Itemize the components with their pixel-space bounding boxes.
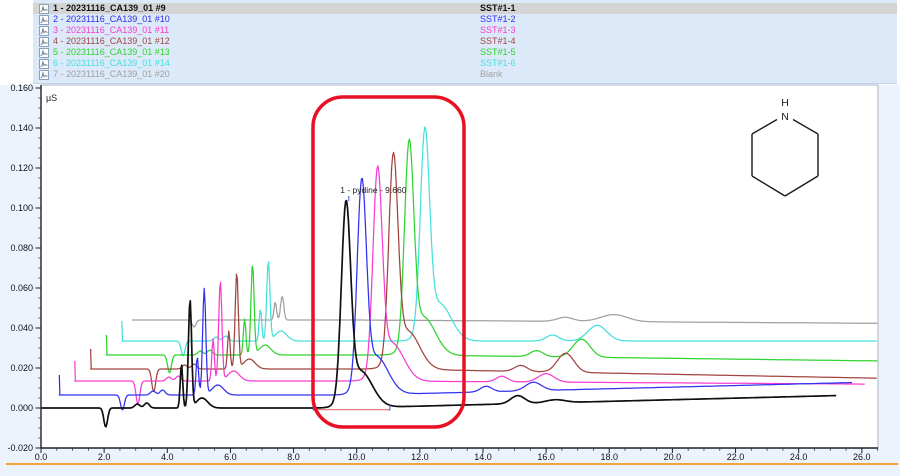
x-tick-label: 8.0 <box>287 452 300 462</box>
y-tick-label: 0.000 <box>10 403 33 413</box>
chromatogram-icon <box>39 70 49 80</box>
legend-sample-name: SST#1-6 <box>480 58 516 69</box>
chromatogram-icon <box>39 59 49 69</box>
x-tick-label: 6.0 <box>224 452 237 462</box>
y-tick-label: 0.060 <box>10 283 33 293</box>
chromatogram-icon <box>39 48 49 58</box>
legend-row-6[interactable]: 6 - 20231116_CA139_01 #14 SST#1-6 <box>33 58 897 69</box>
x-tick-label: 16.0 <box>537 452 555 462</box>
chromatogram-icon <box>39 26 49 36</box>
nitrogen-atom-label: N <box>781 111 789 123</box>
legend-injection-name: 4 - 20231116_CA139_01 #12 <box>53 36 170 47</box>
x-tick-label: 18.0 <box>600 452 618 462</box>
legend-sample-name: SST#1-1 <box>480 3 516 14</box>
legend-sample-name: SST#1-4 <box>480 36 516 47</box>
chromatogram-icon <box>39 4 49 14</box>
legend-sample-name: SST#1-3 <box>480 25 516 36</box>
y-tick-label: 0.080 <box>10 243 33 253</box>
x-tick-label: 24.0 <box>790 452 808 462</box>
y-axis-unit-label: µS <box>46 93 57 103</box>
x-tick-label: 2.0 <box>98 452 111 462</box>
x-tick-label: 20.0 <box>664 452 682 462</box>
legend-row-1[interactable]: 1 - 20231116_CA139_01 #9 SST#1-1 <box>33 3 897 14</box>
injection-legend: 1 - 20231116_CA139_01 #9SST#1-12 - 20231… <box>33 0 897 84</box>
legend-injection-name: 5 - 20231116_CA139_01 #13 <box>53 47 170 58</box>
x-tick-label: 4.0 <box>161 452 174 462</box>
y-tick-label: 0.040 <box>10 323 33 333</box>
chromatogram-icon <box>39 15 49 25</box>
legend-row-7[interactable]: 7 - 20231116_CA139_01 #20 Blank <box>33 69 897 80</box>
hydrogen-atom-label: H <box>781 97 789 109</box>
chromatogram-icon <box>39 59 49 69</box>
chromatogram-icon <box>39 37 49 47</box>
legend-row-3[interactable]: 3 - 20231116_CA139_01 #11 SST#1-3 <box>33 25 897 36</box>
chromatogram-icon <box>39 4 49 14</box>
chromatogram-icon <box>39 70 49 80</box>
legend-row-2[interactable]: 2 - 20231116_CA139_01 #10 SST#1-2 <box>33 14 897 25</box>
x-tick-label: 22.0 <box>727 452 745 462</box>
y-tick-label: 0.140 <box>10 123 33 133</box>
y-tick-label: 0.120 <box>10 163 33 173</box>
legend-injection-name: 2 - 20231116_CA139_01 #10 <box>53 14 170 25</box>
x-tick-label: 14.0 <box>474 452 492 462</box>
legend-sample-name: Blank <box>480 69 503 80</box>
x-tick-label: 10.0 <box>348 452 366 462</box>
legend-sample-name: SST#1-5 <box>480 47 516 58</box>
x-tick-label: 12.0 <box>411 452 429 462</box>
legend-row-4[interactable]: 4 - 20231116_CA139_01 #12 SST#1-4 <box>33 36 897 47</box>
chromatogram-icon <box>39 26 49 36</box>
legend-sample-name: SST#1-2 <box>480 14 516 25</box>
legend-injection-name: 6 - 20231116_CA139_01 #14 <box>53 58 170 69</box>
legend-injection-name: 1 - 20231116_CA139_01 #9 <box>53 3 166 14</box>
legend-injection-name: 3 - 20231116_CA139_01 #11 <box>53 25 169 36</box>
chromatogram-icon <box>39 48 49 58</box>
chromatogram-icon <box>39 15 49 25</box>
y-tick-label: -0.020 <box>7 443 33 453</box>
y-tick-label: 0.100 <box>10 203 33 213</box>
legend-injection-name: 7 - 20231116_CA139_01 #20 <box>53 69 170 80</box>
peak-label: 1 - pydine - 9.660 <box>340 185 406 195</box>
x-tick-label: 26.0 <box>853 452 871 462</box>
legend-row-5[interactable]: 5 - 20231116_CA139_01 #13 SST#1-5 <box>33 47 897 58</box>
chromatography-window: -0.020 0.000 0.020 0.040 0.060 0.080 0.100 0.12… <box>0 0 900 476</box>
x-tick-label: 0.0 <box>35 452 48 462</box>
y-tick-label: 0.020 <box>10 363 33 373</box>
y-tick-label: 0.160 <box>10 83 33 93</box>
chromatogram-icon <box>39 37 49 47</box>
